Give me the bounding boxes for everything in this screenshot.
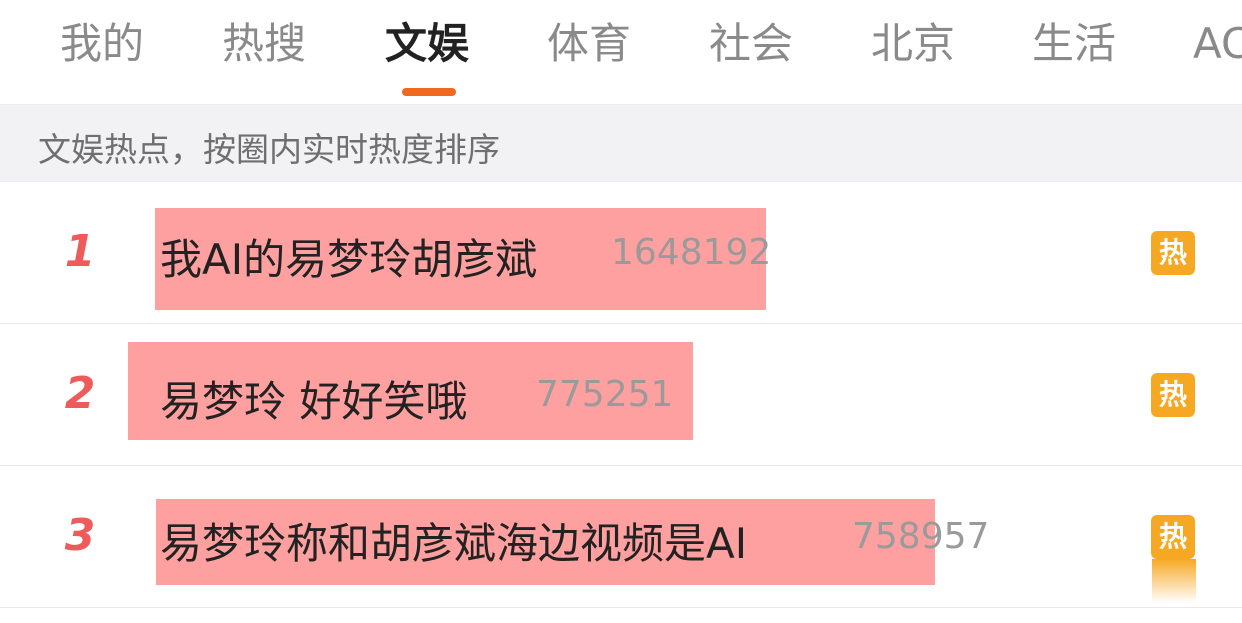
rank-number: 1: [64, 226, 96, 277]
hot-badge: 热: [1151, 373, 1195, 417]
tab-hot-search[interactable]: 热搜: [222, 14, 306, 74]
topic-title[interactable]: 我AI的易梦玲胡彦斌: [160, 226, 537, 287]
tab-beijing[interactable]: 北京: [871, 14, 955, 74]
list-item[interactable]: 2 易梦玲 好好笑哦 775251 热: [0, 324, 1242, 466]
badge-fade: [1152, 559, 1196, 603]
topic-title[interactable]: 易梦玲 好好笑哦: [160, 368, 467, 429]
list-item[interactable]: 1 我AI的易梦玲胡彦斌 1648192 热: [0, 182, 1242, 324]
tab-mine[interactable]: 我的: [60, 14, 144, 74]
list-item[interactable]: 3 易梦玲称和胡彦斌海边视频是AI 758957 热: [0, 466, 1242, 608]
heat-count: 758957: [852, 516, 990, 557]
category-info-text: 文娱热点，按圈内实时热度排序: [38, 130, 500, 169]
tab-society[interactable]: 社会: [709, 14, 793, 74]
category-tabs: 我的 热搜 文娱 体育 社会 北京 生活 AC: [0, 0, 1242, 105]
heat-count: 775251: [536, 374, 674, 415]
tab-ac[interactable]: AC: [1193, 14, 1242, 74]
rank-number: 2: [64, 368, 96, 419]
heat-count: 1648192: [611, 232, 772, 273]
topic-title[interactable]: 易梦玲称和胡彦斌海边视频是AI: [160, 510, 747, 571]
hot-badge: 热: [1151, 515, 1195, 559]
category-info-bar: 文娱热点，按圈内实时热度排序: [0, 105, 1242, 182]
tab-sports[interactable]: 体育: [547, 14, 631, 74]
hot-search-page: 我的 热搜 文娱 体育 社会 北京 生活 AC 文娱热点，按圈内实时热度排序 1…: [0, 0, 1242, 623]
hot-badge: 热: [1151, 231, 1195, 275]
rank-number: 3: [64, 510, 96, 561]
active-tab-indicator: [402, 88, 456, 96]
tab-entertainment[interactable]: 文娱: [385, 14, 469, 74]
tab-life[interactable]: 生活: [1032, 14, 1116, 74]
